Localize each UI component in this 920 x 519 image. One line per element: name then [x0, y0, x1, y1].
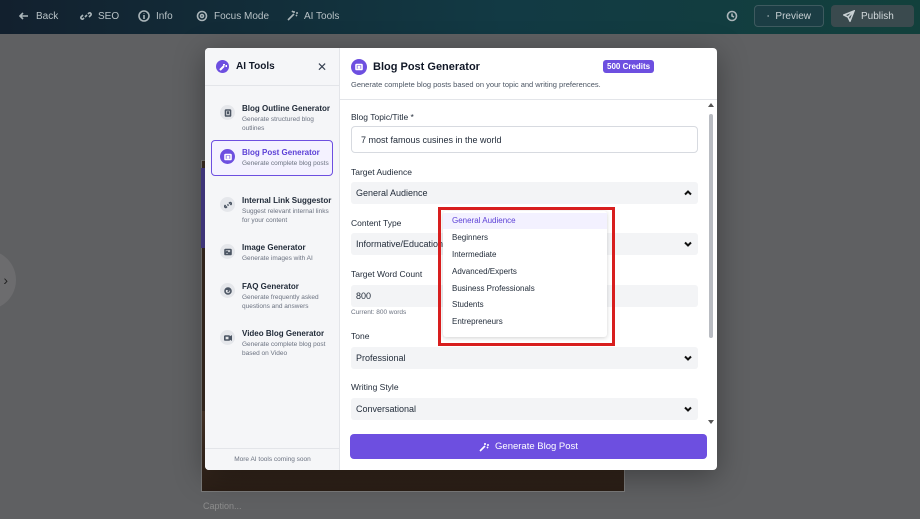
magic-wand-icon	[287, 10, 298, 21]
word-count-hint: Current: 800 words	[351, 309, 407, 316]
tool-blog-post-generator[interactable]: Blog Post Generator Generate complete bl…	[211, 140, 333, 176]
content-type-label: Content Type	[351, 218, 402, 228]
tool-internal-link-suggestor[interactable]: Internal Link Suggestor Suggest relevant…	[211, 188, 333, 232]
topic-label: Blog Topic/Title *	[351, 112, 414, 122]
scroll-thumb[interactable]	[709, 114, 713, 338]
scroll-up-arrow[interactable]	[708, 103, 714, 107]
arrow-left-icon	[18, 12, 28, 20]
image-icon	[220, 244, 235, 259]
preview-button[interactable]: Preview	[754, 5, 824, 27]
audience-value: General Audience	[356, 188, 428, 198]
focus-label: Focus Mode	[214, 10, 270, 22]
tool-video-blog-generator[interactable]: Video Blog Generator Generate complete b…	[211, 321, 333, 365]
info-label: Info	[156, 10, 173, 22]
video-icon	[220, 330, 235, 345]
tool-faq-generator[interactable]: FAQ Generator Generate frequently asked …	[211, 274, 333, 318]
ai-tools-sidebar: AI Tools ✕ Blog Outline Generator Genera…	[205, 48, 340, 470]
caption-placeholder[interactable]: Caption...	[203, 501, 242, 511]
generate-label: Generate Blog Post	[495, 441, 578, 452]
tool-desc: Generate frequently asked questions and …	[242, 294, 319, 310]
question-icon	[220, 283, 235, 298]
tone-label: Tone	[351, 331, 370, 341]
tool-name: Image Generator	[242, 243, 306, 252]
send-icon	[843, 10, 855, 22]
panel-subtitle: Generate complete blog posts based on yo…	[351, 80, 601, 89]
chevron-down-icon	[683, 404, 693, 414]
publish-button[interactable]: Publish	[831, 5, 914, 27]
tool-desc: Generate structured blog outlines	[242, 116, 314, 132]
seo-label: SEO	[98, 10, 120, 22]
tool-name: Blog Outline Generator	[242, 104, 331, 113]
sidebar-title: AI Tools	[236, 61, 275, 72]
word-count-label: Target Word Count	[351, 269, 423, 279]
info-icon	[138, 10, 150, 22]
link-icon	[220, 197, 235, 212]
sidebar-footer: More AI tools coming soon	[205, 448, 340, 470]
audience-select[interactable]: General Audience	[351, 182, 698, 204]
chevron-up-icon	[683, 188, 693, 198]
history-icon	[726, 10, 738, 22]
highlight-box	[438, 207, 615, 346]
tool-name: FAQ Generator	[242, 282, 299, 291]
content-type-value: Informative/Educational	[356, 239, 451, 249]
panel-title: Blog Post Generator	[373, 61, 480, 73]
tool-desc: Generate complete blog post based on Vid…	[242, 341, 326, 357]
magic-wand-icon	[216, 60, 229, 73]
tool-image-generator[interactable]: Image Generator Generate images with AI	[211, 235, 333, 271]
credits-badge: 500 Credits	[603, 60, 655, 73]
tone-value: Professional	[356, 353, 406, 363]
ai-tools-button[interactable]: AI Tools	[286, 10, 339, 22]
sidebar-header: AI Tools ✕	[205, 48, 340, 86]
focus-icon	[196, 10, 208, 22]
document-icon	[220, 105, 235, 120]
chevron-down-icon	[683, 239, 693, 249]
word-count-value: 800	[356, 291, 372, 301]
back-label: Back	[36, 10, 59, 22]
back-button[interactable]: Back	[18, 10, 58, 22]
tool-desc: Suggest relevant internal links for your…	[242, 208, 329, 224]
top-bar: Back SEO Info Focus Mode AI Tools Previe…	[0, 0, 920, 34]
post-icon	[351, 59, 367, 75]
generate-blog-post-button[interactable]: Generate Blog Post	[350, 434, 707, 459]
magic-wand-icon	[479, 442, 490, 452]
style-select[interactable]: Conversational	[351, 398, 698, 420]
tone-select[interactable]: Professional	[351, 347, 698, 369]
post-icon	[220, 149, 235, 164]
tool-name: Video Blog Generator	[242, 329, 325, 338]
ai-tools-label: AI Tools	[304, 10, 340, 22]
chevron-down-icon	[683, 353, 693, 363]
preview-label: Preview	[775, 10, 811, 22]
panel-scrollbar[interactable]	[708, 103, 714, 424]
tool-name: Blog Post Generator	[242, 148, 320, 157]
tool-desc: Generate images with AI	[242, 255, 313, 262]
close-icon[interactable]: ✕	[317, 60, 327, 74]
panel-header: Blog Post Generator 500 Credits Generate…	[340, 48, 717, 100]
publish-label: Publish	[861, 10, 894, 22]
eye-icon	[767, 15, 770, 17]
tool-blog-outline-generator[interactable]: Blog Outline Generator Generate structur…	[211, 96, 333, 140]
scroll-down-arrow[interactable]	[708, 420, 714, 424]
tool-desc: Generate complete blog posts	[242, 160, 329, 167]
style-value: Conversational	[356, 404, 417, 414]
seo-button[interactable]: SEO	[80, 10, 119, 22]
topic-input[interactable]: 7 most famous cusines in the world	[351, 126, 698, 153]
tool-name: Internal Link Suggestor	[242, 196, 332, 205]
audience-label: Target Audience	[351, 167, 412, 177]
info-button[interactable]: Info	[138, 10, 173, 22]
topic-value: 7 most famous cusines in the world	[361, 134, 502, 145]
style-label: Writing Style	[351, 382, 399, 392]
history-button[interactable]	[726, 10, 738, 22]
focus-mode-button[interactable]: Focus Mode	[196, 10, 269, 22]
link-icon	[80, 12, 92, 20]
